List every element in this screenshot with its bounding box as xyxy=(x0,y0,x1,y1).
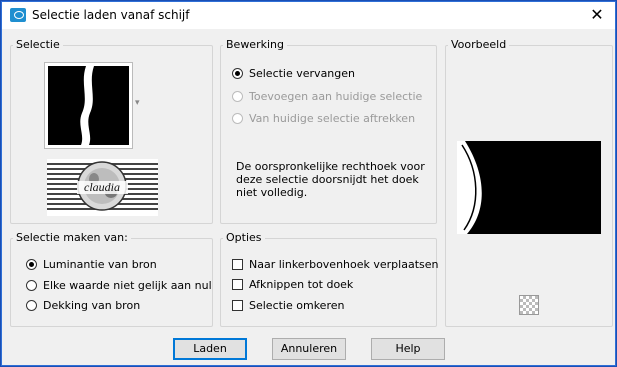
radio-label: Van huidige selectie aftrekken xyxy=(249,112,416,125)
dialog-window: Selectie laden vanaf schijf ✕ Selectie ▾ xyxy=(0,0,617,367)
radio-label: Selectie vervangen xyxy=(249,67,355,80)
radio-label: Toevoegen aan huidige selectie xyxy=(249,90,423,103)
selectie-label: Selectie xyxy=(13,38,63,51)
claudia-logo: claudia xyxy=(47,159,158,216)
note-line: niet volledig. xyxy=(236,186,308,199)
opties-label: Opties xyxy=(223,231,265,244)
checkbox-label: Afknippen tot doek xyxy=(249,278,354,291)
checkbox-label: Selectie omkeren xyxy=(249,299,345,312)
bewerking-label: Bewerking xyxy=(223,38,287,51)
chevron-down-icon[interactable]: ▾ xyxy=(135,98,140,108)
voorbeeld-group: Voorbeeld xyxy=(445,38,613,327)
voorbeeld-label: Voorbeeld xyxy=(448,38,510,51)
load-button[interactable]: Laden xyxy=(173,338,247,360)
radio-button[interactable] xyxy=(26,280,37,291)
checkbox-label: Naar linkerbovenhoek verplaatsen xyxy=(249,258,439,271)
bron-label: Selectie maken van: xyxy=(13,231,131,244)
checkbox[interactable] xyxy=(232,279,243,290)
radio-button[interactable] xyxy=(232,68,243,79)
selection-thumbnail[interactable] xyxy=(44,62,133,149)
radio-label: Luminantie van bron xyxy=(43,258,157,271)
radio-label: Dekking van bron xyxy=(43,299,141,312)
close-icon[interactable]: ✕ xyxy=(587,5,607,25)
note-line: deze selectie doorsnijdt het doek xyxy=(236,173,419,186)
radio-button[interactable] xyxy=(26,259,37,270)
preview-image xyxy=(457,141,601,234)
selection-thumbnail-image xyxy=(48,66,129,145)
logo-text: claudia xyxy=(84,180,120,194)
checkerboard-icon[interactable] xyxy=(519,295,539,315)
app-icon xyxy=(10,8,26,22)
info-note: De oorspronkelijke rechthoek voor deze s… xyxy=(236,160,426,199)
checkbox[interactable] xyxy=(232,259,243,270)
window-title: Selectie laden vanaf schijf xyxy=(32,8,190,22)
note-line: De oorspronkelijke rechthoek voor xyxy=(236,160,425,173)
checkbox[interactable] xyxy=(232,300,243,311)
cancel-button[interactable]: Annuleren xyxy=(272,338,346,360)
selectie-group: Selectie ▾ claudia xyxy=(10,38,213,224)
title-bar: Selectie laden vanaf schijf ✕ xyxy=(2,2,615,29)
radio-button xyxy=(232,113,243,124)
radio-label: Elke waarde niet gelijk aan nul xyxy=(43,279,212,292)
radio-button[interactable] xyxy=(26,300,37,311)
help-button[interactable]: Help xyxy=(371,338,445,360)
radio-button xyxy=(232,91,243,102)
